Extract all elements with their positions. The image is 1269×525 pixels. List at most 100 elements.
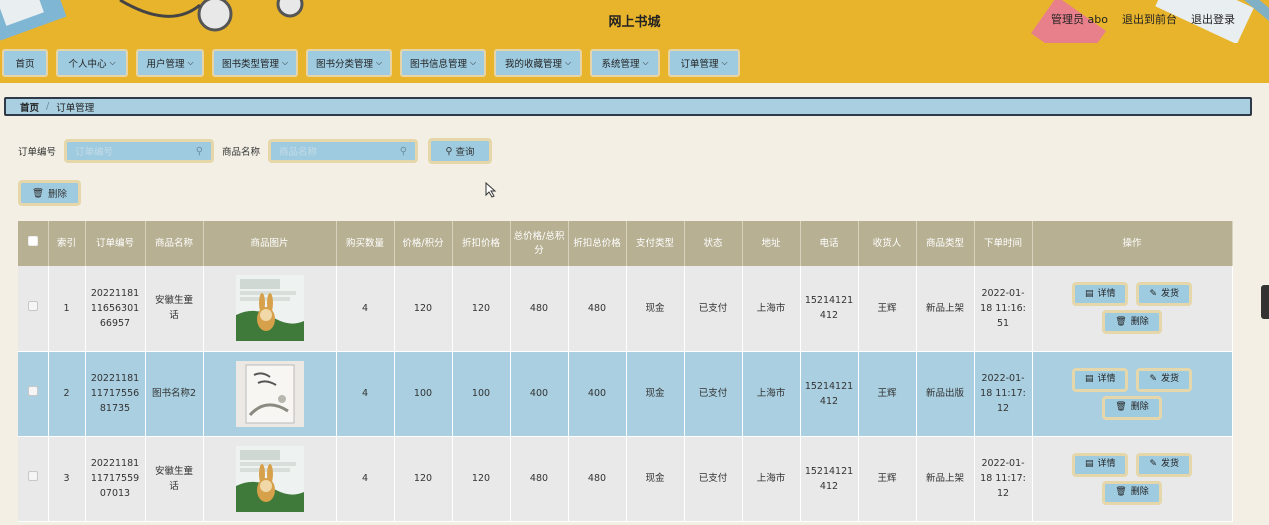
cell-discount-total: 480 bbox=[568, 266, 627, 352]
edit-icon: ✎ bbox=[1149, 459, 1158, 469]
trash-icon: 🗑 bbox=[1115, 402, 1127, 412]
row-checkbox[interactable] bbox=[27, 471, 38, 481]
cell-total: 400 bbox=[510, 351, 569, 437]
nav-profile[interactable]: 个人中心 ⌵ bbox=[56, 49, 128, 77]
mouse-cursor bbox=[485, 182, 497, 198]
cell-receiver: 王辉 bbox=[858, 436, 917, 522]
chevron-down-icon: ⌵ bbox=[642, 58, 649, 67]
phone-line: 412 bbox=[819, 310, 839, 322]
breadcrumb-current: 订单管理 bbox=[56, 102, 95, 114]
order-no-line: 20221181 bbox=[90, 287, 140, 299]
trash-icon: 🗑 bbox=[31, 187, 45, 199]
time-line: 2022-01- bbox=[981, 458, 1025, 469]
col-header: 地址 bbox=[742, 221, 801, 266]
cell-product-type: 新品上架 bbox=[916, 266, 975, 352]
order-no-line: 07013 bbox=[99, 488, 131, 499]
nav-book-type[interactable]: 图书类型管理 ⌵ bbox=[212, 49, 298, 77]
cell-discount-price: 100 bbox=[452, 351, 511, 437]
nav-orders[interactable]: 订单管理 ⌵ bbox=[668, 49, 740, 77]
row-delete-button[interactable]: 🗑 删除 bbox=[1102, 310, 1162, 335]
chevron-down-icon: ⌵ bbox=[375, 58, 383, 67]
nav-favorites[interactable]: 我的收藏管理 ⌵ bbox=[494, 49, 582, 77]
cell-price: 120 bbox=[394, 436, 453, 522]
main-nav: 首页 个人中心 ⌵ 用户管理 ⌵ 图书类型管理 ⌵ 图书分类管理 ⌵ 图书信息管理 ⌵ 我… bbox=[0, 43, 1269, 83]
col-header: 折扣总价格 bbox=[568, 221, 627, 266]
select-all-checkbox[interactable] bbox=[27, 236, 38, 246]
product-name-placeholder: 商品名称 bbox=[279, 147, 318, 158]
detail-button[interactable]: ▤ 详情 bbox=[1071, 367, 1129, 392]
cell-phone: 15214121 412 bbox=[800, 351, 859, 437]
cell-image bbox=[203, 436, 337, 522]
detail-button[interactable]: ▤ 详情 bbox=[1071, 282, 1129, 307]
cell-discount-price: 120 bbox=[452, 266, 511, 352]
cell-order-time: 2022-01- 18 11:17: 12 bbox=[974, 436, 1033, 522]
cell-product-name: 安徽生童话 bbox=[145, 436, 204, 522]
order-no-line: 11717559 bbox=[90, 473, 140, 484]
nav-system[interactable]: 系统管理 ⌵ bbox=[590, 49, 660, 77]
cell-total: 480 bbox=[510, 266, 569, 352]
nav-home[interactable]: 首页 bbox=[2, 49, 48, 77]
table-row[interactable]: 1 20221181 11656301 66957 安徽生童话 4 120 120 480 480… bbox=[18, 266, 1233, 352]
col-header: 操作 bbox=[1032, 221, 1233, 266]
phone-line: 15214121 bbox=[804, 465, 854, 477]
time-line: 12 bbox=[996, 488, 1010, 499]
cell-address: 上海市 bbox=[742, 436, 801, 522]
row-delete-button[interactable]: 🗑 删除 bbox=[1102, 395, 1162, 420]
trash-icon: 🗑 bbox=[1115, 487, 1127, 497]
ship-button[interactable]: ✎ 发货 bbox=[1136, 282, 1193, 307]
side-toggle-tab[interactable] bbox=[1261, 285, 1269, 319]
row-delete-button[interactable]: 🗑 删除 bbox=[1102, 480, 1162, 505]
trash-icon: 🗑 bbox=[1115, 316, 1127, 327]
row-checkbox[interactable] bbox=[27, 386, 38, 396]
product-name-line: 图书名称2 bbox=[151, 388, 197, 399]
order-no-input[interactable]: 订单编号 ⚲ bbox=[64, 139, 215, 163]
order-no-placeholder: 订单编号 bbox=[75, 147, 114, 158]
select-all-header[interactable] bbox=[18, 221, 49, 266]
ship-button[interactable]: ✎ 发货 bbox=[1136, 367, 1193, 392]
breadcrumb-home[interactable]: 首页 bbox=[20, 100, 39, 114]
cell-pay-type: 现金 bbox=[626, 351, 685, 437]
logout-link[interactable]: 退出登录 bbox=[1191, 11, 1235, 27]
cell-index: 3 bbox=[48, 436, 86, 522]
product-name-line: 话 bbox=[169, 480, 179, 492]
cell-image bbox=[203, 266, 337, 352]
cell-order-no: 20221181 11717559 07013 bbox=[85, 436, 146, 522]
nav-book-category[interactable]: 图书分类管理 ⌵ bbox=[306, 49, 392, 77]
cell-status: 已支付 bbox=[684, 266, 743, 352]
cell-product-type: 新品出版 bbox=[916, 351, 975, 437]
cell-phone: 15214121 412 bbox=[800, 266, 859, 352]
ship-button[interactable]: ✎ 发货 bbox=[1136, 452, 1193, 477]
cell-order-time: 2022-01- 18 11:16: 51 bbox=[974, 266, 1033, 352]
cell-address: 上海市 bbox=[742, 351, 801, 437]
batch-delete-button[interactable]: 🗑 删除 bbox=[18, 180, 81, 206]
col-header: 商品图片 bbox=[203, 221, 337, 266]
cell-discount-total: 400 bbox=[568, 351, 627, 437]
query-button[interactable]: ⚲ 查询 bbox=[428, 138, 493, 164]
product-name-input[interactable]: 商品名称 ⚲ bbox=[268, 139, 419, 163]
cell-qty: 4 bbox=[336, 351, 395, 437]
edit-icon: ✎ bbox=[1149, 288, 1158, 299]
chevron-down-icon: ⌵ bbox=[281, 58, 289, 67]
exit-front-link[interactable]: 退出到前台 bbox=[1122, 11, 1177, 27]
nav-users[interactable]: 用户管理 ⌵ bbox=[136, 49, 204, 77]
phone-line: 15214121 bbox=[804, 380, 854, 392]
orders-table: 索引 订单编号 商品名称 商品图片 购买数量 价格/积分 折扣价格 总价格/总积… bbox=[18, 221, 1233, 522]
col-header: 折扣价格 bbox=[452, 221, 511, 266]
time-line: 18 11:16: bbox=[980, 302, 1026, 314]
cell-pay-type: 现金 bbox=[626, 266, 685, 352]
breadcrumb: 首页 / 订单管理 bbox=[4, 97, 1252, 116]
nav-book-info[interactable]: 图书信息管理 ⌵ bbox=[400, 49, 486, 77]
cell-order-no: 20221181 11717556 81735 bbox=[85, 351, 146, 437]
time-line: 12 bbox=[996, 403, 1010, 414]
col-header: 商品类型 bbox=[916, 221, 975, 266]
col-header: 购买数量 bbox=[336, 221, 395, 266]
phone-line: 412 bbox=[819, 480, 839, 492]
row-checkbox[interactable] bbox=[27, 300, 38, 311]
admin-user[interactable]: 管理员 abo bbox=[1051, 11, 1108, 27]
detail-button[interactable]: ▤ 详情 bbox=[1071, 452, 1129, 477]
table-row[interactable]: 3 20221181 11717559 07013 安徽生童话 4 120 120 480 480… bbox=[18, 436, 1233, 522]
cell-order-time: 2022-01- 18 11:17: 12 bbox=[974, 351, 1033, 437]
cell-receiver: 王辉 bbox=[858, 266, 917, 352]
table-row[interactable]: 2 20221181 11717556 81735 图书名称2 4 100 100 400 400… bbox=[18, 351, 1233, 437]
cell-actions: ▤ 详情 ✎ 发货 🗑 删除 bbox=[1032, 436, 1233, 522]
